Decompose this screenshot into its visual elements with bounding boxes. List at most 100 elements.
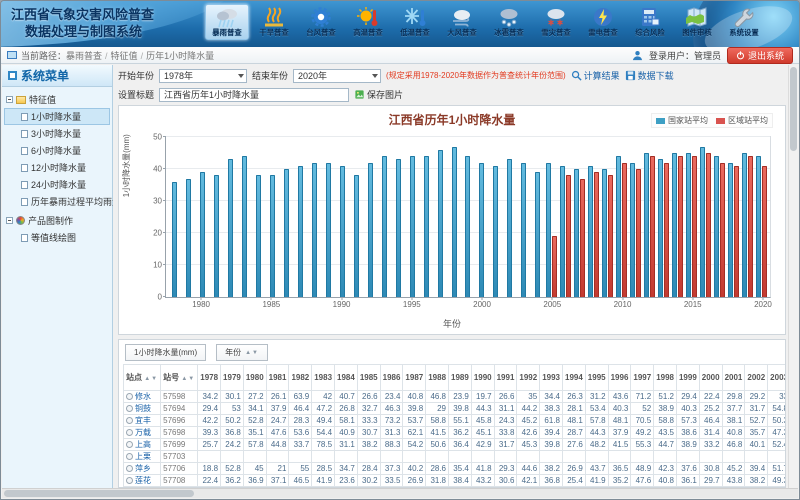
toolbar-item-wind[interactable]: 大风普查: [440, 4, 484, 40]
column-header-year[interactable]: 1987: [403, 365, 426, 391]
column-header-year[interactable]: 2001: [722, 365, 745, 391]
tree-group-产品图制作[interactable]: 产品图制作: [4, 212, 110, 229]
bar-group-2019: [740, 137, 754, 297]
sort-arrows-icon[interactable]: ▲▼: [144, 376, 158, 382]
toolbar-item-hightemp[interactable]: 高温普查: [346, 4, 390, 40]
collapse-icon[interactable]: [6, 96, 13, 103]
vertical-scrollbar-thumb[interactable]: [790, 67, 797, 151]
end-year-select[interactable]: 2020年: [293, 69, 381, 83]
column-header-year[interactable]: 1980: [243, 365, 266, 391]
bar-group-2014: [670, 137, 684, 297]
exit-system-button[interactable]: 退出系统: [727, 47, 793, 64]
column-header-year[interactable]: 1992: [517, 365, 540, 391]
horizontal-scrollbar-thumb[interactable]: [4, 490, 194, 497]
column-header-year[interactable]: 1983: [312, 365, 335, 391]
toolbar-item-map[interactable]: 图件审核: [675, 4, 719, 40]
column-header-year[interactable]: 1995: [585, 365, 608, 391]
calculate-button[interactable]: 计算结果: [571, 69, 620, 82]
year-sort-selector[interactable]: 年份 ▲▼: [216, 344, 268, 361]
legend-item-国家站平均[interactable]: 国家站平均: [656, 115, 708, 126]
column-header-year[interactable]: 1988: [426, 365, 449, 391]
column-header-year[interactable]: 1990: [471, 365, 494, 391]
toolbar-item-snow[interactable]: 雪灾普查: [534, 4, 578, 40]
column-header-year[interactable]: 1996: [608, 365, 631, 391]
expand-icon[interactable]: [126, 477, 133, 484]
expand-icon[interactable]: [126, 465, 133, 472]
value-cell: 42.3: [654, 463, 677, 475]
value-cell: 39.4: [745, 463, 768, 475]
expand-icon[interactable]: [126, 405, 133, 412]
tree-item-12小时降水量[interactable]: 12小时降水量: [4, 159, 110, 176]
station-name-cell[interactable]: 修水: [124, 391, 161, 403]
breadcrumb-item[interactable]: 暴雨普查: [66, 51, 102, 61]
save-image-button[interactable]: 保存图片: [354, 88, 403, 101]
value-cell: 30.2: [357, 475, 380, 487]
column-header-year[interactable]: 1978: [198, 365, 221, 391]
vertical-scrollbar[interactable]: [788, 65, 798, 488]
column-header-station[interactable]: 站点 ▲▼: [124, 365, 161, 391]
station-name-cell[interactable]: 上高: [124, 439, 161, 451]
toolbar-item-rain[interactable]: 暴雨普查: [205, 4, 249, 40]
toolbar-item-lightning[interactable]: 雷电普查: [581, 4, 625, 40]
value-cell: [563, 451, 586, 463]
tree-item-3小时降水量[interactable]: 3小时降水量: [4, 125, 110, 142]
column-header-id[interactable]: 站号 ▲▼: [161, 365, 198, 391]
toolbar-item-risk[interactable]: 综合风险: [628, 4, 672, 40]
column-header-year[interactable]: 1993: [540, 365, 563, 391]
station-name-cell[interactable]: 莲花: [124, 475, 161, 487]
value-cell: 42.9: [471, 439, 494, 451]
tree-item-历年暴雨过程平均雨量[interactable]: 历年暴雨过程平均雨量: [4, 193, 110, 210]
expand-icon[interactable]: [126, 429, 133, 436]
value-cell: 38.2: [745, 475, 768, 487]
chart-title-input[interactable]: [159, 88, 349, 102]
column-header-year[interactable]: 1989: [449, 365, 472, 391]
legend-item-区域站平均[interactable]: 区域站平均: [716, 115, 768, 126]
sort-arrows-icon[interactable]: ▲▼: [181, 376, 195, 382]
tree-item-6小时降水量[interactable]: 6小时降水量: [4, 142, 110, 159]
toolbar-item-typhoon[interactable]: 台风普查: [299, 4, 343, 40]
tree-group-特征值[interactable]: 特征值: [4, 91, 110, 108]
expand-icon[interactable]: [126, 393, 133, 400]
column-header-year[interactable]: 2002: [745, 365, 768, 391]
toolbar-item-lowtemp[interactable]: 低温普查: [393, 4, 437, 40]
column-header-year[interactable]: 2000: [699, 365, 722, 391]
toolbar-item-settings[interactable]: 系统设置: [722, 4, 766, 40]
toolbar-item-hail[interactable]: 冰雹普查: [487, 4, 531, 40]
tree-item-24小时降水量[interactable]: 24小时降水量: [4, 176, 110, 193]
station-name-cell[interactable]: 宜丰: [124, 415, 161, 427]
column-header-year[interactable]: 1981: [266, 365, 289, 391]
value-cell: [654, 451, 677, 463]
breadcrumb-item[interactable]: 历年1小时降水量: [146, 51, 214, 61]
value-cell: 71.2: [631, 391, 654, 403]
column-header-year[interactable]: 2003: [768, 365, 786, 391]
column-header-year[interactable]: 1979: [221, 365, 244, 391]
column-header-year[interactable]: 1997: [631, 365, 654, 391]
tree-item-等值线绘图[interactable]: 等值线绘图: [4, 229, 110, 246]
start-year-select[interactable]: 1978年: [159, 69, 247, 83]
tree-item-1小时降水量[interactable]: 1小时降水量: [4, 108, 110, 125]
data-download-button[interactable]: 数据下载: [625, 69, 674, 82]
measure-selector[interactable]: 1小时降水量(mm): [125, 344, 206, 361]
value-cell: 36.8: [221, 427, 244, 439]
column-header-year[interactable]: 1998: [654, 365, 677, 391]
column-header-year[interactable]: 1985: [357, 365, 380, 391]
collapse-icon[interactable]: [6, 217, 13, 224]
expand-icon[interactable]: [126, 441, 133, 448]
station-name-cell[interactable]: 铜鼓: [124, 403, 161, 415]
column-header-year[interactable]: 1986: [380, 365, 403, 391]
value-cell: 40.1: [745, 439, 768, 451]
breadcrumb-item[interactable]: 特征值: [111, 51, 138, 61]
column-header-year[interactable]: 1994: [563, 365, 586, 391]
expand-icon[interactable]: [126, 417, 133, 424]
station-name-cell[interactable]: 万载: [124, 427, 161, 439]
toolbar-item-drought[interactable]: 干旱普查: [252, 4, 296, 40]
column-header-year[interactable]: 1984: [335, 365, 358, 391]
station-name-cell[interactable]: 萍乡: [124, 463, 161, 475]
column-header-year[interactable]: 1991: [494, 365, 517, 391]
expand-icon[interactable]: [126, 453, 133, 460]
column-header-year[interactable]: 1999: [676, 365, 699, 391]
station-name-cell[interactable]: 上栗: [124, 451, 161, 463]
value-cell: 39.3: [198, 427, 221, 439]
column-header-year[interactable]: 1982: [289, 365, 312, 391]
horizontal-scrollbar[interactable]: [2, 488, 798, 498]
